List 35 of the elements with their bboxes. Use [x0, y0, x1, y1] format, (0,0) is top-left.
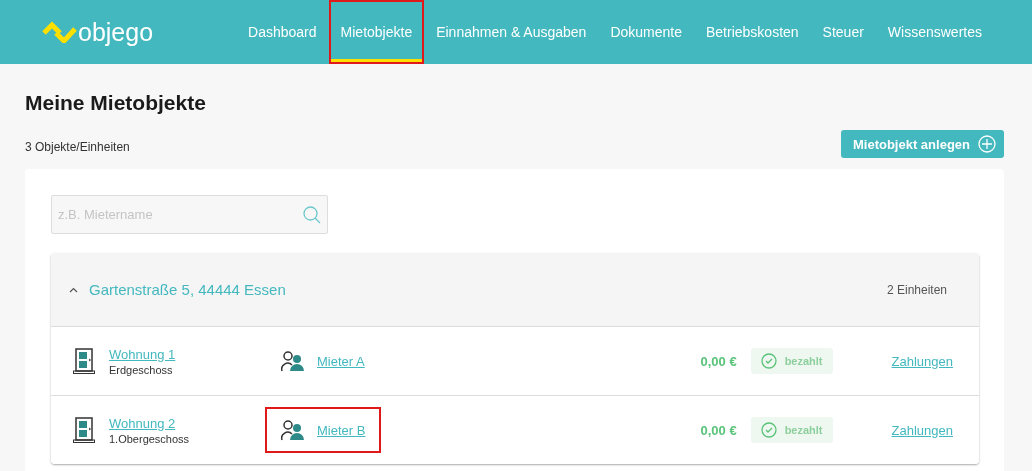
amount: 0,00 € [700, 353, 737, 369]
payments-link[interactable]: Zahlungen [891, 353, 953, 369]
nav-tab[interactable]: Betriebskosten [694, 0, 811, 64]
object-count: 3 Objekte/Einheiten [25, 140, 130, 156]
floor-label: 1.Obergeschoss [109, 432, 190, 445]
unit-link[interactable]: Wohnung 1 [109, 346, 176, 362]
status-badge: bezahlt [750, 348, 833, 374]
door-icon [73, 348, 95, 374]
payments-link[interactable]: Zahlungen [891, 422, 953, 438]
plus-circle-icon [978, 135, 996, 153]
units-count: 2 Einheiten [886, 282, 947, 297]
nav-tab[interactable]: Dokumente [598, 0, 694, 64]
search-icon [302, 205, 322, 225]
logo-icon [42, 21, 78, 43]
tenant-link[interactable]: Mieter A [317, 353, 365, 369]
property-address: Gartenstraße 5, 44444 Essen [89, 281, 286, 298]
nav-tab[interactable]: Mietobjekte [328, 0, 425, 64]
tenant-icon [281, 350, 305, 372]
tenant-link[interactable]: Mieter B [317, 422, 366, 438]
nav-tab[interactable]: Dashboard [236, 0, 329, 64]
nav-tab[interactable]: Steuer [810, 0, 876, 64]
check-circle-icon [760, 353, 777, 369]
tenant-icon [281, 419, 305, 441]
status-badge: bezahlt [750, 417, 833, 443]
logo-text: objego [78, 17, 154, 47]
add-property-button[interactable]: Mietobjekt anlegen [840, 130, 1004, 158]
amount: 0,00 € [700, 422, 737, 438]
nav-tab[interactable]: Wissenswertes [875, 0, 994, 64]
page-title: Meine Mietobjekte [25, 90, 207, 115]
nav-tab[interactable]: Einnahmen & Ausgaben [424, 0, 599, 64]
chevron-icon [68, 286, 78, 293]
check-circle-icon [760, 422, 777, 438]
floor-label: Erdgeschoss [109, 363, 174, 376]
unit-link[interactable]: Wohnung 2 [109, 415, 190, 431]
door-icon [73, 417, 95, 443]
